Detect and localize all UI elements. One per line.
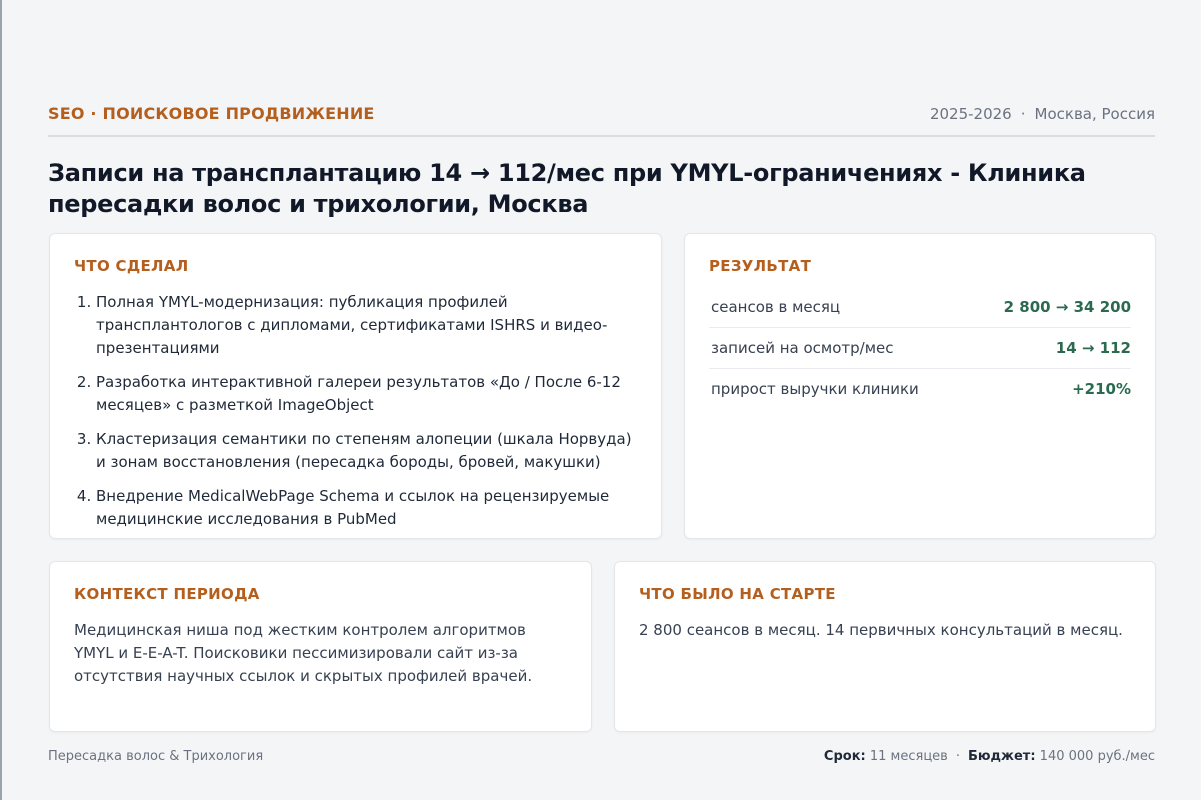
list-item: Кластеризация семантики по степеням алоп… bbox=[96, 428, 637, 474]
list-item: Разработка интерактивной галереи результ… bbox=[96, 371, 637, 417]
footer-separator: · bbox=[955, 749, 960, 764]
what-i-did-title: ЧТО СДЕЛАЛ bbox=[74, 257, 189, 275]
what-i-did-card: ЧТО СДЕЛАЛ Полная YMYL-модернизация: пуб… bbox=[49, 233, 662, 539]
meta-info: 2025-2026 · Москва, Россия bbox=[930, 105, 1155, 123]
period-context-card: КОНТЕКСТ ПЕРИОДА Медицинская ниша под же… bbox=[49, 561, 592, 732]
starting-point-card: ЧТО БЫЛО НА СТАРТЕ 2 800 сеансов в месяц… bbox=[614, 561, 1156, 732]
period-context-text: Медицинская ниша под жестким контролем а… bbox=[74, 621, 533, 685]
term-label: Срок: bbox=[823, 749, 866, 764]
period-years: 2025-2026 bbox=[929, 105, 1012, 123]
what-i-did-list: Полная YMYL-модернизация: публикация про… bbox=[74, 291, 637, 531]
page-header: SEO · ПОИСКОВОЕ ПРОДВИЖЕНИЕ 2025-2026 · Мо… bbox=[48, 104, 1155, 137]
metric-label: записей на осмотр/мес bbox=[711, 339, 894, 357]
result-card: РЕЗУЛЬТАТ сеансов в месяц 2 800 → 34 200… bbox=[684, 233, 1156, 539]
budget-label: Бюджет: bbox=[967, 749, 1036, 764]
metrics-list: сеансов в месяц 2 800 → 34 200 записей н… bbox=[709, 287, 1131, 409]
project-terms: Срок: 11 месяцев · Бюджет: 140 000 руб./ме… bbox=[824, 749, 1155, 764]
niche-label: Пересадка волос & Трихология bbox=[48, 749, 264, 764]
meta-separator: · bbox=[1020, 105, 1026, 123]
metric-label: прирост выручки клиники bbox=[711, 380, 919, 398]
page-title: Записи на трансплантацию 14 → 112/мес пр… bbox=[48, 159, 1086, 218]
metric-label: сеансов в месяц bbox=[711, 298, 841, 316]
metric-row: сеансов в месяц 2 800 → 34 200 bbox=[709, 287, 1131, 328]
metric-row: прирост выручки клиники +210% bbox=[709, 369, 1131, 409]
starting-point-text: 2 800 сеансов в месяц. 14 первичных конс… bbox=[639, 621, 1123, 639]
list-item: Полная YMYL-модернизация: публикация про… bbox=[96, 291, 637, 360]
result-title: РЕЗУЛЬТАТ bbox=[709, 257, 812, 275]
period-context-title: КОНТЕКСТ ПЕРИОДА bbox=[74, 585, 260, 603]
metric-row: записей на осмотр/мес 14 → 112 bbox=[709, 328, 1131, 369]
metric-value: 2 800 → 34 200 bbox=[1003, 298, 1131, 316]
category-label: SEO · ПОИСКОВОЕ ПРОДВИЖЕНИЕ bbox=[48, 104, 375, 123]
starting-point-title: ЧТО БЫЛО НА СТАРТЕ bbox=[639, 585, 836, 603]
page-footer: Пересадка волос & Трихология Срок: 11 ме… bbox=[48, 749, 1155, 764]
term-value: 11 месяцев bbox=[869, 749, 948, 764]
budget-value: 140 000 руб./мес bbox=[1039, 749, 1155, 764]
list-item: Внедрение MedicalWebPage Schema и ссылок… bbox=[96, 485, 637, 531]
location: Москва, Россия bbox=[1034, 105, 1155, 123]
metric-value: 14 → 112 bbox=[1055, 339, 1131, 357]
metric-value: +210% bbox=[1072, 380, 1131, 398]
